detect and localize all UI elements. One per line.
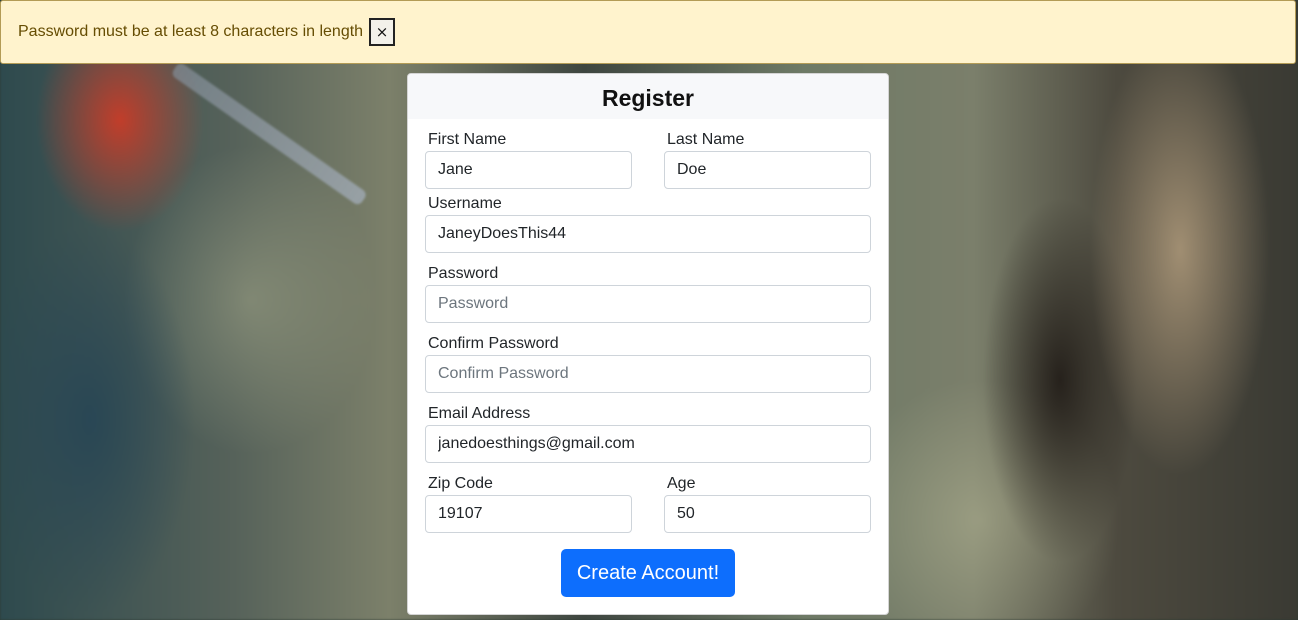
email-label: Email Address	[428, 405, 531, 422]
alert-message: Password must be at least 8 characters i…	[18, 23, 364, 40]
zip-code-input[interactable]	[425, 495, 632, 533]
email-input[interactable]	[425, 425, 871, 463]
last-name-input[interactable]	[664, 151, 871, 189]
password-input[interactable]	[425, 285, 871, 323]
username-input[interactable]	[425, 215, 871, 253]
create-account-button[interactable]: Create Account!	[561, 549, 735, 597]
age-input[interactable]	[664, 495, 871, 533]
confirm-password-label: Confirm Password	[428, 335, 559, 352]
zip-code-label: Zip Code	[428, 475, 493, 492]
username-label: Username	[428, 195, 502, 212]
last-name-label: Last Name	[667, 131, 745, 148]
first-name-input[interactable]	[425, 151, 632, 189]
age-label: Age	[667, 475, 696, 492]
first-name-label: First Name	[428, 131, 507, 148]
card-header: Register	[408, 74, 888, 119]
alert-close-button[interactable]: ×	[369, 18, 396, 46]
register-card: Register First Name Last Name Username P…	[407, 73, 889, 615]
password-length-alert: Password must be at least 8 characters i…	[0, 0, 1296, 64]
password-label: Password	[428, 265, 499, 282]
confirm-password-input[interactable]	[425, 355, 871, 393]
page-title: Register	[601, 85, 695, 111]
